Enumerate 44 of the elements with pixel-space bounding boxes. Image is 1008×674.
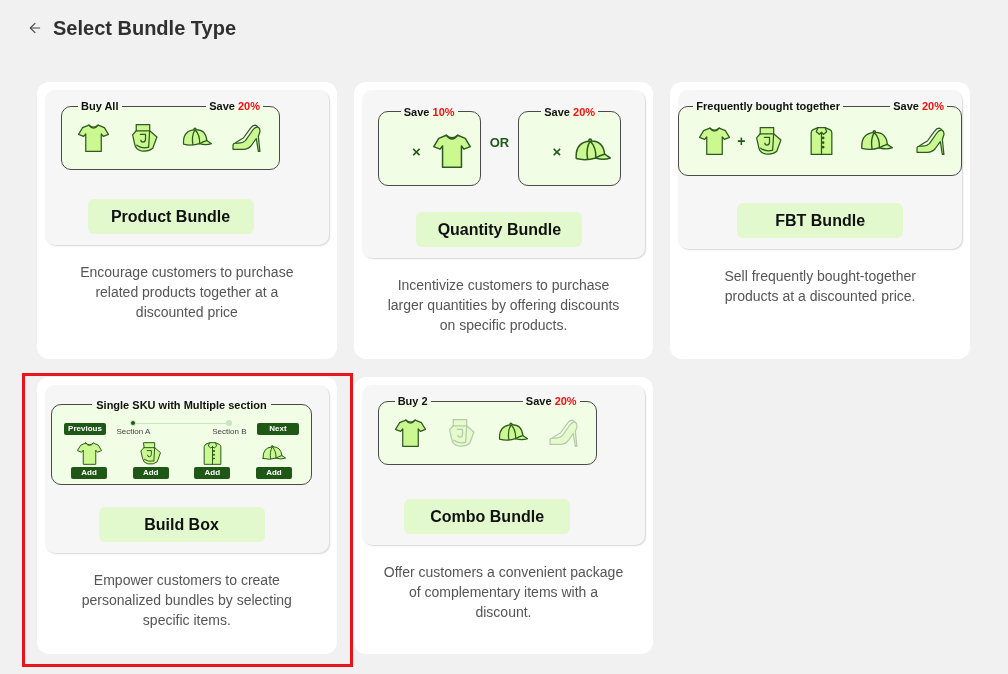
high-heels-icon [232, 124, 263, 152]
t-shirt-icon [76, 442, 102, 465]
bundle-title-tag: Build Box [98, 507, 265, 542]
bundle-card[interactable]: Save 10% × OR Save 20% × Quantity Bundle Incentivize customers to purchase larger quantities by offering discounts on specific products. [353, 82, 654, 359]
add-button: Add [194, 467, 231, 479]
bundle-description: Empower customers to create personalized bundles by selecting specific items. [80, 571, 293, 630]
multiply-sign: × [411, 143, 421, 159]
bundle-title-tag: Product Bundle [87, 199, 254, 234]
add-button: Add [71, 467, 107, 479]
bundle-title-tag: FBT Bundle [737, 203, 904, 238]
bundle-description: Incentivize customers to purchase larger quantities by offering discounts on specific products. [386, 276, 621, 335]
add-button: Add [255, 467, 292, 479]
previous-button: Previous [64, 422, 106, 435]
bundle-description: Offer customers a convenient package of complementary items with a discount. [382, 563, 625, 622]
bundle-title-tag: Quantity Bundle [416, 212, 583, 247]
bundle-card[interactable]: Single SKU with Multiple section Previous Section A Section B Next Add Add Add Add Build Box Empower customers to create personalized bundles by selecting specific items. [37, 377, 337, 654]
bundle-description: Encourage customers to purchase related products together at a discounted price [79, 263, 295, 322]
bundle-description: Sell frequently bought-together products at a discounted price. [723, 267, 917, 306]
multiply-sign: × [552, 143, 562, 159]
step-label: Section A [116, 427, 151, 437]
discount-label: Save 10% [402, 106, 456, 118]
bundle-card[interactable]: Buy 2 Save 20% Combo Bundle Offer customers a convenient package of complementary items with a discount. [353, 377, 654, 654]
bundle-title-tag: Combo Bundle [404, 499, 571, 534]
add-button: Add [132, 467, 169, 479]
discount-label: Save 20% [208, 99, 261, 113]
t-shirt-icon [699, 127, 731, 155]
discount-label: Save 20% [892, 99, 945, 113]
illustration-title: Buy All [80, 99, 120, 113]
discount-label: Save 20% [543, 106, 597, 118]
bundle-card[interactable]: Frequently bought together Save 20% + FBT Bundle Sell frequently bought-together products at a discounted price. [670, 82, 970, 359]
page-title: Select Bundle Type [53, 16, 236, 40]
or-separator: OR [489, 133, 510, 152]
discount-label: Save 20% [524, 394, 578, 408]
jeans-icon [138, 442, 164, 465]
illustration-title: Buy 2 [396, 394, 429, 408]
next-button: Next [257, 422, 299, 435]
bundle-card[interactable]: Buy All Save 20% Product Bundle Encourage customers to purchase related products together at a discounted price [37, 82, 337, 359]
plus-sign: + [737, 131, 746, 151]
illustration-title: Single SKU with Multiple section [96, 399, 267, 411]
step-label: Section B [212, 427, 247, 437]
high-heels-icon [915, 127, 947, 155]
t-shirt-icon [78, 124, 109, 152]
t-shirt-icon [432, 134, 471, 168]
illustration-title: Frequently bought together [695, 99, 841, 113]
